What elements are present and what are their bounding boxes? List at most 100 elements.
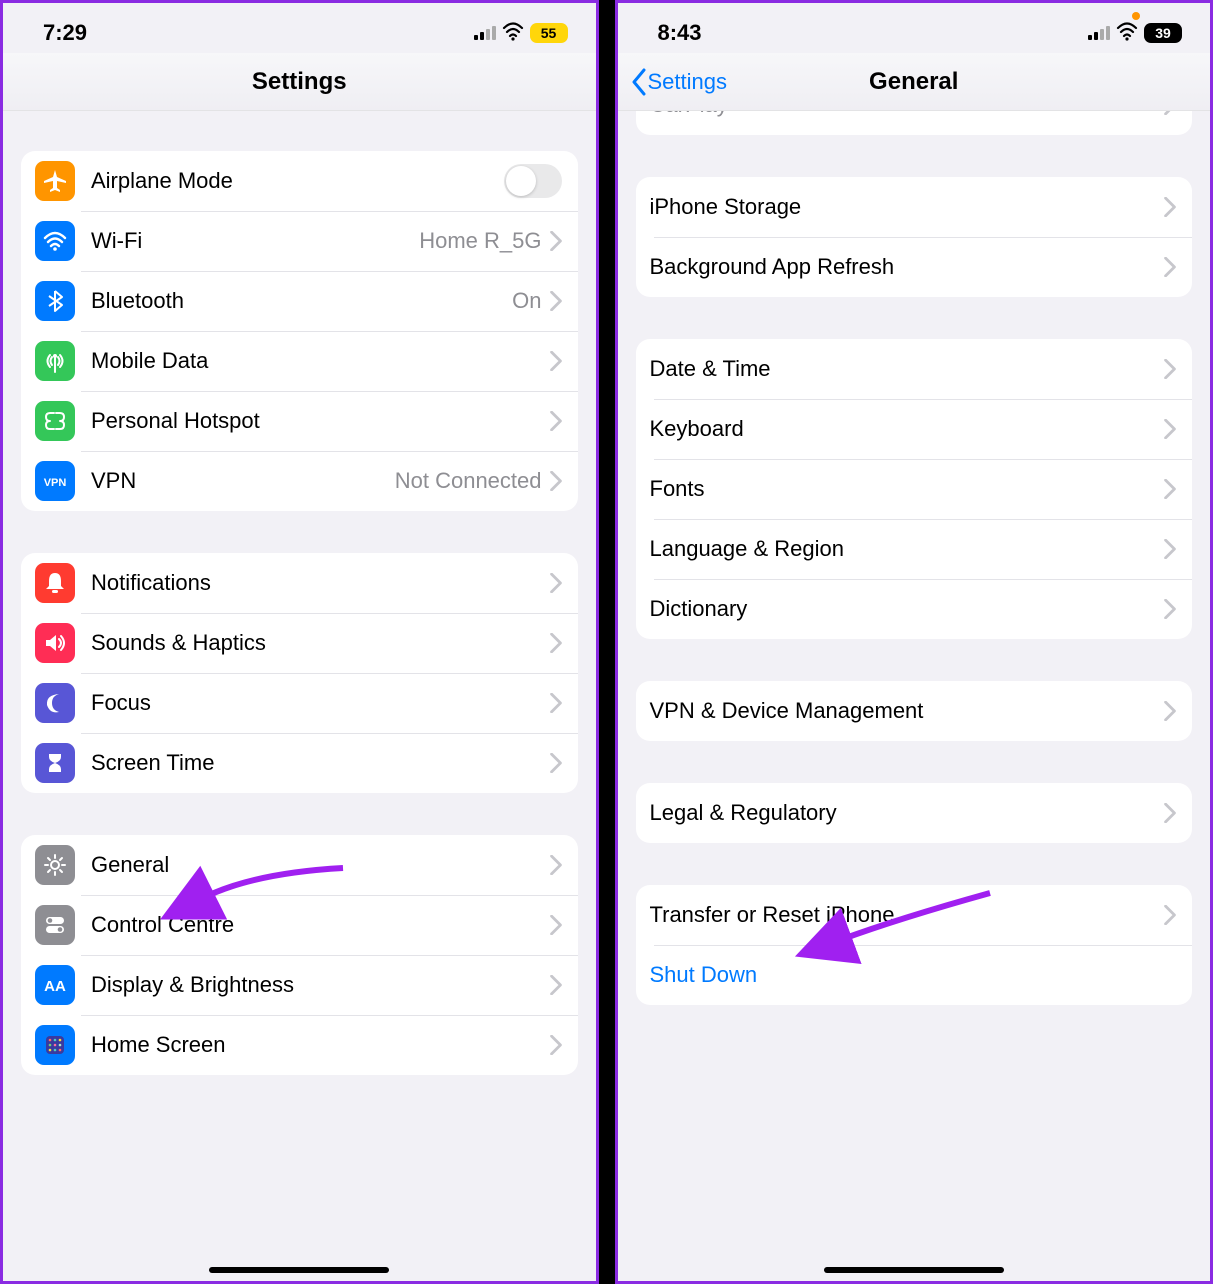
row-label: Wi-Fi (91, 228, 419, 254)
row-label: Control Centre (91, 912, 550, 938)
row-label: Shut Down (650, 962, 1177, 988)
row-sounds[interactable]: Sounds & Haptics (21, 613, 578, 673)
row-label: Home Screen (91, 1032, 550, 1058)
bell-icon (35, 563, 75, 603)
chevron-right-icon (1164, 419, 1176, 439)
chevron-right-icon (1164, 599, 1176, 619)
row-screentime[interactable]: Screen Time (21, 733, 578, 793)
chevron-right-icon (1164, 539, 1176, 559)
general-list[interactable]: CarPlay iPhone Storage Background App Refr… (618, 111, 1211, 1281)
chevron-right-icon (550, 693, 562, 713)
hourglass-icon (35, 743, 75, 783)
row-keyboard[interactable]: Keyboard (636, 399, 1193, 459)
row-legal[interactable]: Legal & Regulatory (636, 783, 1193, 843)
wifi-icon (35, 221, 75, 261)
row-carplay[interactable]: CarPlay (636, 111, 1193, 135)
row-label: Dictionary (650, 596, 1165, 622)
row-airplane[interactable]: Airplane Mode (21, 151, 578, 211)
row-label: Screen Time (91, 750, 550, 776)
cell-signal-icon (1088, 26, 1110, 40)
vpn-icon (35, 461, 75, 501)
antenna-icon (35, 341, 75, 381)
row-bgrefresh[interactable]: Background App Refresh (636, 237, 1193, 297)
chevron-right-icon (1164, 359, 1176, 379)
row-label: VPN (91, 468, 395, 494)
chevron-right-icon (550, 633, 562, 653)
page-title: General (869, 68, 958, 96)
chevron-right-icon (550, 915, 562, 935)
airplane-icon (35, 161, 75, 201)
cell-signal-icon (474, 26, 496, 40)
row-lang[interactable]: Language & Region (636, 519, 1193, 579)
chevron-right-icon (550, 573, 562, 593)
home-indicator[interactable] (824, 1267, 1004, 1273)
row-homescreen[interactable]: Home Screen (21, 1015, 578, 1075)
chevron-right-icon (550, 471, 562, 491)
row-wifi[interactable]: Wi-FiHome R_5G (21, 211, 578, 271)
row-label: Display & Brightness (91, 972, 550, 998)
nav-header: Settings General (618, 53, 1211, 111)
chevron-right-icon (1164, 111, 1176, 115)
row-datetime[interactable]: Date & Time (636, 339, 1193, 399)
row-fonts[interactable]: Fonts (636, 459, 1193, 519)
settings-list[interactable]: Airplane ModeWi-FiHome R_5GBluetoothOnMo… (3, 111, 596, 1281)
row-label: Background App Refresh (650, 254, 1165, 280)
status-icons: 39 (1088, 20, 1182, 47)
row-label: Personal Hotspot (91, 408, 550, 434)
status-time: 8:43 (658, 20, 702, 46)
row-general[interactable]: General (21, 835, 578, 895)
right-phone-general: 8:43 39 Settings General CarPlay iPhone S… (615, 0, 1213, 1284)
row-reset[interactable]: Transfer or Reset iPhone (636, 885, 1193, 945)
chevron-right-icon (550, 753, 562, 773)
row-mobiledata[interactable]: Mobile Data (21, 331, 578, 391)
row-display[interactable]: Display & Brightness (21, 955, 578, 1015)
chevron-right-icon (1164, 197, 1176, 217)
battery-indicator: 55 (530, 23, 568, 43)
row-label: Language & Region (650, 536, 1165, 562)
row-value: Not Connected (395, 468, 542, 494)
recording-indicator-icon (1132, 12, 1140, 20)
nav-header: Settings (3, 53, 596, 111)
row-shutdown[interactable]: Shut Down (636, 945, 1193, 1005)
row-label: General (91, 852, 550, 878)
wifi-icon (1116, 20, 1138, 47)
row-label: CarPlay (650, 111, 1165, 118)
row-label: VPN & Device Management (650, 698, 1165, 724)
link-icon (35, 401, 75, 441)
battery-indicator: 39 (1144, 23, 1182, 43)
left-phone-settings: 7:29 55 Settings Airplane ModeWi-FiHome … (0, 0, 599, 1284)
row-label: Transfer or Reset iPhone (650, 902, 1165, 928)
back-label: Settings (648, 69, 728, 95)
chevron-right-icon (550, 975, 562, 995)
toggle-switch[interactable] (504, 164, 562, 198)
row-label: Focus (91, 690, 550, 716)
row-label: Airplane Mode (91, 168, 504, 194)
row-label: iPhone Storage (650, 194, 1165, 220)
row-label: Notifications (91, 570, 550, 596)
row-storage[interactable]: iPhone Storage (636, 177, 1193, 237)
row-notifications[interactable]: Notifications (21, 553, 578, 613)
back-button[interactable]: Settings (630, 68, 728, 96)
chevron-right-icon (1164, 905, 1176, 925)
row-dict[interactable]: Dictionary (636, 579, 1193, 639)
row-label: Date & Time (650, 356, 1165, 382)
chevron-right-icon (550, 231, 562, 251)
status-time: 7:29 (43, 20, 87, 46)
row-label: Bluetooth (91, 288, 512, 314)
row-vpn[interactable]: VPNNot Connected (21, 451, 578, 511)
grid-icon (35, 1025, 75, 1065)
row-label: Fonts (650, 476, 1165, 502)
row-label: Keyboard (650, 416, 1165, 442)
row-focus[interactable]: Focus (21, 673, 578, 733)
row-label: Sounds & Haptics (91, 630, 550, 656)
aa-icon (35, 965, 75, 1005)
row-vpndm[interactable]: VPN & Device Management (636, 681, 1193, 741)
row-bluetooth[interactable]: BluetoothOn (21, 271, 578, 331)
home-indicator[interactable] (209, 1267, 389, 1273)
chevron-right-icon (1164, 701, 1176, 721)
wifi-icon (502, 20, 524, 47)
chevron-right-icon (550, 1035, 562, 1055)
row-hotspot[interactable]: Personal Hotspot (21, 391, 578, 451)
row-value: Home R_5G (419, 228, 541, 254)
row-controlcentre[interactable]: Control Centre (21, 895, 578, 955)
